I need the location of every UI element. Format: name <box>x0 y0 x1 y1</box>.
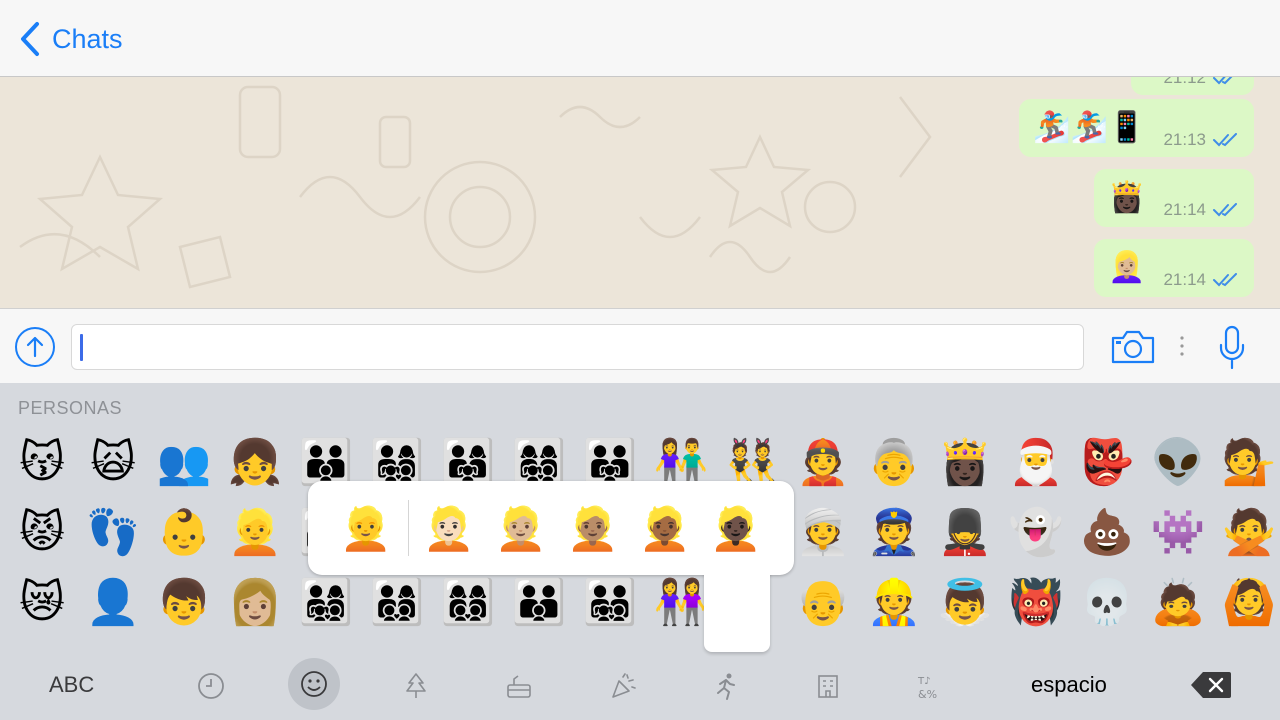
message-time: 21:12 <box>1163 77 1206 87</box>
share-button[interactable] <box>15 327 55 367</box>
emoji-key[interactable]: 🎅 <box>1001 428 1071 498</box>
emoji-key[interactable]: 👱 <box>220 498 290 568</box>
chevron-left-icon <box>21 22 39 56</box>
double-check-icon <box>1213 273 1237 287</box>
message-input[interactable] <box>71 324 1084 370</box>
input-bar <box>0 308 1280 383</box>
emoji-key[interactable]: 👴 <box>788 568 858 638</box>
emoji-key[interactable]: 💀 <box>1072 568 1142 638</box>
cake-icon <box>507 675 531 698</box>
emoji-key[interactable]: 👨‍👨‍👦 <box>504 568 574 638</box>
emoji-section-label: PERSONAS <box>18 398 123 418</box>
emoji-key[interactable]: 👦 <box>149 568 219 638</box>
text-caret <box>80 334 83 361</box>
building-icon <box>818 675 838 698</box>
emoji-key[interactable]: 👸🏿 <box>930 428 1000 498</box>
microphone-icon[interactable] <box>1219 325 1245 371</box>
category-people[interactable] <box>288 658 340 710</box>
category-places[interactable] <box>810 668 846 704</box>
message-time: 21:13 <box>1163 130 1206 149</box>
emoji-key[interactable]: 💂 <box>930 498 1000 568</box>
skin-tone-medium-dark[interactable]: 👱🏾 <box>635 506 695 552</box>
camera-icon[interactable] <box>1110 329 1156 365</box>
emoji-key[interactable]: 👲 <box>788 428 858 498</box>
category-symbols[interactable]: T♪ &% <box>912 668 948 704</box>
arrow-up-icon <box>26 336 44 358</box>
emoji-key[interactable]: 👤 <box>78 568 148 638</box>
emoji-key[interactable]: 🙀 <box>78 428 148 498</box>
emoji-key[interactable]: 🙅 <box>1214 498 1280 568</box>
double-check-icon <box>1213 133 1237 147</box>
more-dots-icon <box>1180 336 1184 356</box>
back-button[interactable]: Chats <box>18 20 123 58</box>
message-emoji: 👱🏼‍♀️ <box>1108 250 1146 285</box>
emoji-key[interactable]: 👩‍👩‍👦‍👦 <box>433 568 503 638</box>
navigation-bar: Chats <box>0 0 1280 77</box>
emoji-key[interactable]: 👹 <box>1001 568 1071 638</box>
emoji-key[interactable]: 😿 <box>7 568 77 638</box>
clock-icon <box>198 673 224 699</box>
skin-tone-light[interactable]: 👱🏻 <box>419 506 479 552</box>
symbols-icon: T♪&% <box>917 676 937 701</box>
tree-icon <box>406 673 426 698</box>
category-activity[interactable] <box>707 668 743 704</box>
emoji-key[interactable]: 😽 <box>7 428 77 498</box>
emoji-key[interactable]: 💁 <box>1214 428 1280 498</box>
emoji-key[interactable]: 👳 <box>788 498 858 568</box>
emoji-key[interactable]: 👼 <box>930 568 1000 638</box>
emoji-key[interactable]: 👶 <box>149 498 219 568</box>
abc-key[interactable]: ABC <box>49 672 94 698</box>
emoji-key[interactable]: 🙆 <box>1214 568 1280 638</box>
emoji-key[interactable]: 👣 <box>78 498 148 568</box>
double-check-icon <box>1213 77 1233 85</box>
message-bubble[interactable]: 21:12 <box>1131 77 1254 95</box>
message-bubble[interactable]: 👱🏼‍♀️ 21:14 <box>1094 239 1254 297</box>
emoji-key[interactable]: 👽 <box>1143 428 1213 498</box>
emoji-key[interactable]: 👩🏼 <box>220 568 290 638</box>
message-bubble[interactable]: 👸🏿 21:14 <box>1094 169 1254 227</box>
back-label: Chats <box>52 23 123 54</box>
svg-text:T♪: T♪ <box>917 676 931 687</box>
delete-key-icon[interactable] <box>1191 671 1231 699</box>
message-bubble[interactable]: 🏂🏂📱 21:13 <box>1019 99 1254 157</box>
runner-icon <box>717 673 735 700</box>
emoji-key[interactable]: 👵 <box>859 428 929 498</box>
message-time: 21:14 <box>1163 270 1206 289</box>
smiley-icon <box>301 671 327 697</box>
emoji-key[interactable]: 👻 <box>1001 498 1071 568</box>
emoji-key[interactable]: 👥 <box>149 428 219 498</box>
skin-tone-dark[interactable]: 👱🏿 <box>706 506 766 552</box>
emoji-key[interactable]: 😾 <box>7 498 77 568</box>
category-recent[interactable] <box>193 668 229 704</box>
emoji-key[interactable]: 👷 <box>859 568 929 638</box>
emoji-key[interactable]: 👨‍👨‍👧‍👦 <box>575 568 645 638</box>
message-emoji: 👸🏿 <box>1108 180 1146 215</box>
skin-tone-medium[interactable]: 👱🏽 <box>563 506 623 552</box>
emoji-key[interactable]: 🙇 <box>1143 568 1213 638</box>
emoji-key[interactable]: 👧 <box>220 428 290 498</box>
space-key[interactable]: espacio <box>1031 672 1107 698</box>
message-time: 21:14 <box>1163 200 1206 219</box>
emoji-key[interactable]: 👾 <box>1143 498 1213 568</box>
skin-tone-medium-light[interactable]: 👱🏼 <box>491 506 551 552</box>
skin-tone-divider <box>408 500 409 556</box>
emoji-key[interactable]: 👨‍👩‍👧‍👦 <box>291 568 361 638</box>
skin-tone-default[interactable]: 👱 <box>336 506 396 552</box>
emoji-key[interactable]: 👺 <box>1072 428 1142 498</box>
emoji-key[interactable]: 👮 <box>859 498 929 568</box>
emoji-key[interactable]: 👨‍👩‍👦‍👦 <box>362 568 432 638</box>
svg-text:&%: &% <box>918 688 937 701</box>
party-icon <box>612 673 636 698</box>
category-celebration[interactable] <box>604 668 640 704</box>
skin-tone-popover-tail <box>704 560 770 580</box>
message-emoji: 🏂🏂📱 <box>1033 110 1146 145</box>
double-check-icon <box>1213 203 1237 217</box>
category-food[interactable] <box>501 668 537 704</box>
chat-area: 21:12 🏂🏂📱 21:13 👸🏿 21:14 👱🏼‍♀️ 21:14 <box>0 77 1280 308</box>
emoji-key[interactable]: 💩 <box>1072 498 1142 568</box>
keyboard-bottom-bar: ABC T♪ &% espacio <box>0 652 1280 720</box>
category-nature[interactable] <box>398 668 434 704</box>
